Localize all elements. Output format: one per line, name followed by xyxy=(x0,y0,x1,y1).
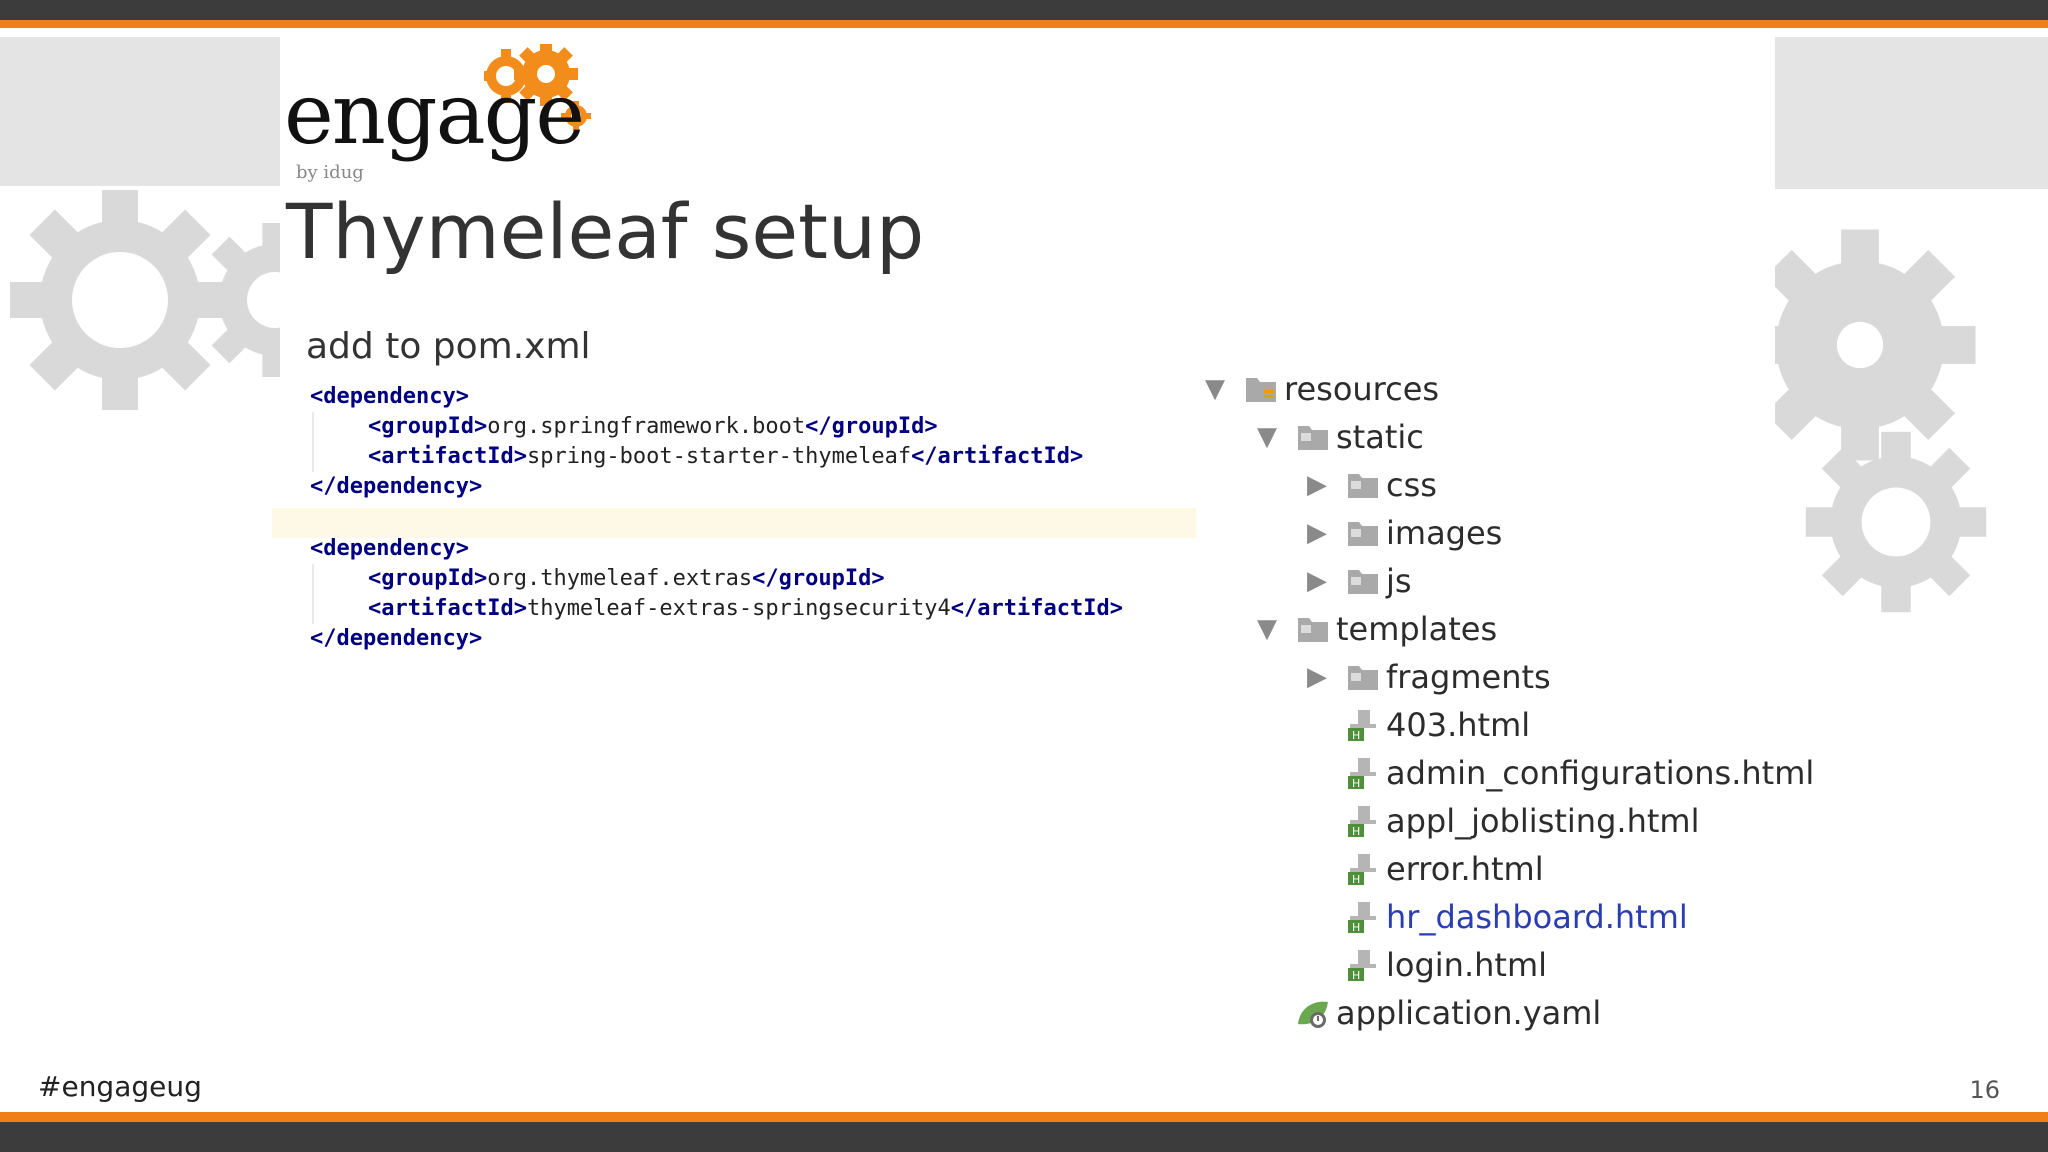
code-line: </dependency> xyxy=(310,472,482,502)
indent-guide xyxy=(312,412,314,472)
page-number: 16 xyxy=(1969,1076,2000,1104)
xml-tag: </artifactId> xyxy=(911,444,1084,469)
tree-item-fragments[interactable]: ▶ fragments xyxy=(1302,653,1551,701)
xml-tag: </dependency> xyxy=(310,626,483,651)
tree-item-label: static xyxy=(1336,418,1424,456)
html-file-icon: H xyxy=(1346,852,1380,886)
tree-item-label: appl_joblisting.html xyxy=(1386,802,1700,840)
expand-arrow-icon[interactable]: ▼ xyxy=(1252,422,1282,452)
tree-item-images[interactable]: ▶ images xyxy=(1302,509,1502,557)
spring-leaf-icon xyxy=(1296,996,1330,1030)
tree-item-resources[interactable]: ▼ resources xyxy=(1200,365,1439,413)
tree-item-label: 403.html xyxy=(1386,706,1531,744)
xml-tag: <artifactId> xyxy=(368,596,527,621)
xml-value: org.thymeleaf.extras xyxy=(487,566,753,591)
xml-tag: </groupId> xyxy=(752,566,885,591)
html-file-icon: H xyxy=(1346,948,1380,982)
folder-icon xyxy=(1346,516,1380,550)
folder-icon xyxy=(1296,612,1330,646)
tree-item-application-yaml[interactable]: application.yaml xyxy=(1252,989,1601,1037)
tree-item-templates[interactable]: ▼ templates xyxy=(1252,605,1497,653)
tree-item-login[interactable]: H login.html xyxy=(1302,941,1547,989)
collapse-arrow-icon[interactable]: ▶ xyxy=(1302,662,1332,692)
code-line: </dependency> xyxy=(310,624,482,654)
folder-icon xyxy=(1296,420,1330,454)
code-line: <dependency> xyxy=(310,382,469,412)
tree-item-static[interactable]: ▼ static xyxy=(1252,413,1424,461)
tree-item-label: css xyxy=(1386,466,1437,504)
tree-item-appl-joblisting[interactable]: H appl_joblisting.html xyxy=(1302,797,1699,845)
html-file-icon: H xyxy=(1346,708,1380,742)
expand-arrow-icon[interactable]: ▼ xyxy=(1252,614,1282,644)
indent-guide xyxy=(312,564,314,624)
xml-tag: <groupId> xyxy=(368,414,488,439)
project-tree: ▼ resources ▼ static ▶ css ▶ images ▶ js xyxy=(1200,365,1840,1045)
tree-item-label: resources xyxy=(1284,370,1440,408)
xml-value: org.springframework.boot xyxy=(487,414,806,439)
tree-item-hr-dashboard[interactable]: H hr_dashboard.html xyxy=(1302,893,1688,941)
folder-icon xyxy=(1346,564,1380,598)
svg-text:H: H xyxy=(1352,729,1360,742)
tree-item-label: hr_dashboard.html xyxy=(1386,898,1688,936)
folder-icon xyxy=(1346,660,1380,694)
slide-title: Thymeleaf setup xyxy=(286,187,925,276)
html-file-icon: H xyxy=(1346,756,1380,790)
code-snippet: <dependency> <groupId>org.springframewor… xyxy=(270,382,1196,672)
svg-text:H: H xyxy=(1352,825,1360,838)
tree-item-label: application.yaml xyxy=(1336,994,1602,1032)
gear-icon xyxy=(10,190,230,410)
html-file-icon: H xyxy=(1346,804,1380,838)
svg-text:H: H xyxy=(1352,873,1360,886)
xml-value: spring-boot-starter-thymeleaf xyxy=(526,444,912,469)
tree-item-label: images xyxy=(1386,514,1503,552)
tree-item-css[interactable]: ▶ css xyxy=(1302,461,1437,509)
svg-text:H: H xyxy=(1352,969,1360,982)
collapse-arrow-icon[interactable]: ▶ xyxy=(1302,518,1332,548)
code-line: <groupId>org.springframework.boot</group… xyxy=(368,412,938,442)
tree-item-label: login.html xyxy=(1386,946,1548,984)
xml-tag: </dependency> xyxy=(310,474,483,499)
html-file-icon: H xyxy=(1346,900,1380,934)
code-line: <dependency> xyxy=(310,534,469,564)
folder-icon xyxy=(1346,468,1380,502)
tree-item-label: error.html xyxy=(1386,850,1544,888)
xml-tag: <dependency> xyxy=(310,536,469,561)
xml-tag: <groupId> xyxy=(368,566,488,591)
resources-folder-icon xyxy=(1244,372,1278,406)
tree-item-js[interactable]: ▶ js xyxy=(1302,557,1412,605)
hashtag-footer: #engageug xyxy=(38,1070,202,1103)
tree-item-label: fragments xyxy=(1386,658,1551,696)
engage-logo: engage by idug xyxy=(284,44,604,194)
tree-item-label: templates xyxy=(1336,610,1498,648)
svg-text:H: H xyxy=(1352,921,1360,934)
code-line: <artifactId>thymeleaf-extras-springsecur… xyxy=(368,594,1123,624)
slide-subtitle: add to pom.xml xyxy=(306,326,591,367)
collapse-arrow-icon[interactable]: ▶ xyxy=(1302,566,1332,596)
tree-item-403[interactable]: H 403.html xyxy=(1302,701,1530,749)
code-line: <artifactId>spring-boot-starter-thymelea… xyxy=(368,442,1083,472)
xml-tag: </groupId> xyxy=(805,414,938,439)
bottom-bar xyxy=(0,1112,2048,1152)
code-line: <groupId>org.thymeleaf.extras</groupId> xyxy=(368,564,885,594)
xml-tag: <artifactId> xyxy=(368,444,527,469)
tree-item-label: admin_configurations.html xyxy=(1386,754,1815,792)
tree-item-label: js xyxy=(1386,562,1412,600)
xml-tag: <dependency> xyxy=(310,384,469,409)
expand-arrow-icon[interactable]: ▼ xyxy=(1200,374,1230,404)
xml-value: thymeleaf-extras-springsecurity4 xyxy=(526,596,951,621)
collapse-arrow-icon[interactable]: ▶ xyxy=(1302,470,1332,500)
svg-text:H: H xyxy=(1352,777,1360,790)
logo-wordmark: engage xyxy=(284,65,585,163)
logo-byline: by idug xyxy=(296,162,364,183)
tree-item-admin-configurations[interactable]: H admin_configurations.html xyxy=(1302,749,1814,797)
xml-tag: </artifactId> xyxy=(950,596,1123,621)
tree-item-error[interactable]: H error.html xyxy=(1302,845,1544,893)
bottom-accent-stripe xyxy=(0,1112,2048,1122)
